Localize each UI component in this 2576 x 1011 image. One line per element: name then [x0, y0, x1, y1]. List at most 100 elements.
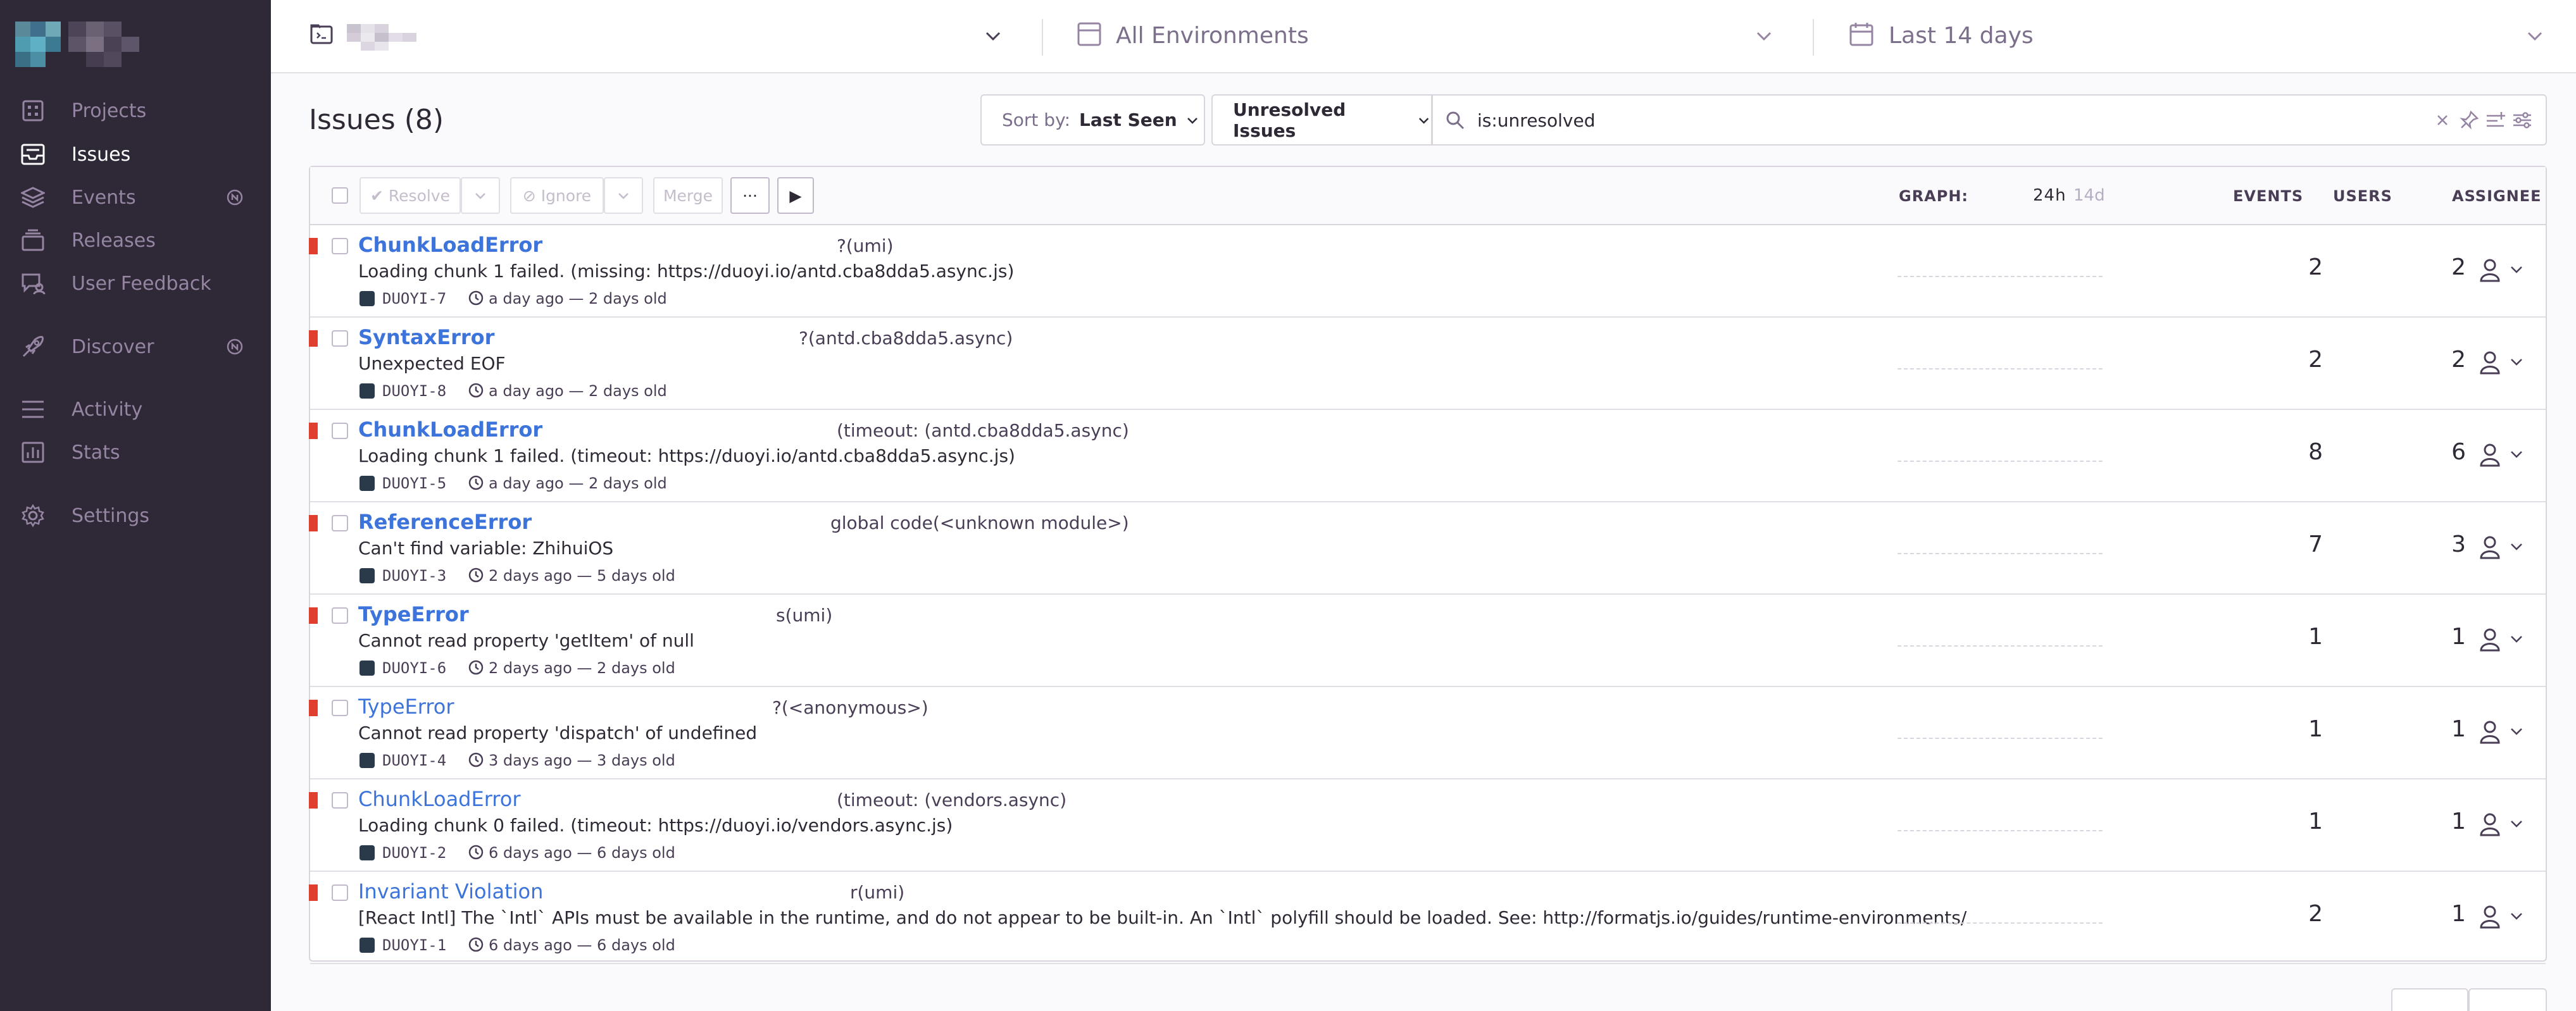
chevron-down-icon: [2511, 359, 2522, 366]
issue-short-id[interactable]: DUOYI-1: [382, 936, 446, 954]
error-level-indicator: [309, 792, 318, 809]
row-checkbox[interactable]: [332, 238, 348, 254]
row-checkbox[interactable]: [332, 515, 348, 531]
assignee-selector[interactable]: [2473, 347, 2530, 378]
org-name[interactable]: [68, 22, 139, 67]
table-row[interactable]: ChunkLoadError (timeout: (vendors.async) L…: [309, 779, 2546, 872]
row-checkbox[interactable]: [332, 607, 348, 624]
environment-selector[interactable]: All Environments: [1116, 23, 1309, 49]
table-row[interactable]: ChunkLoadError (timeout: (antd.cba8dda5.a…: [309, 410, 2546, 502]
issue-title-link[interactable]: TypeError: [358, 695, 454, 719]
issue-short-id[interactable]: DUOYI-8: [382, 382, 446, 400]
chevron-down-icon: [2511, 451, 2522, 458]
sidebar-item-label: Issues: [72, 143, 131, 166]
previous-page-button[interactable]: [2391, 988, 2468, 1011]
chevron-down-icon: [2511, 543, 2522, 550]
resolve-button[interactable]: ✔ Resolve: [360, 177, 461, 214]
issue-title-link[interactable]: ChunkLoadError: [358, 787, 520, 811]
row-checkbox[interactable]: [332, 423, 348, 439]
issue-title-link[interactable]: TypeError: [358, 602, 469, 626]
table-row[interactable]: ChunkLoadError ?(umi) Loading chunk 1 fail…: [309, 225, 2546, 318]
filter-settings-icon[interactable]: [2511, 109, 2533, 131]
next-page-button[interactable]: [2468, 988, 2547, 1011]
issue-title-link[interactable]: ReferenceError: [358, 510, 532, 534]
chevron-down-icon[interactable]: [1753, 25, 1775, 47]
issue-short-id[interactable]: DUOYI-5: [382, 474, 446, 492]
divider: [1042, 19, 1043, 56]
sidebar-item-stats[interactable]: Stats: [0, 436, 271, 469]
table-row[interactable]: ReferenceError global code(<unknown modul…: [309, 502, 2546, 595]
row-checkbox[interactable]: [332, 792, 348, 809]
search-input[interactable]: [1477, 106, 2363, 135]
issue-title-link[interactable]: SyntaxError: [358, 325, 494, 349]
resolve-dropdown-button[interactable]: [461, 177, 500, 214]
sidebar-item-discover[interactable]: Discover: [0, 330, 271, 363]
graph-14d-toggle[interactable]: 14d: [2073, 186, 2105, 205]
merge-button[interactable]: Merge: [653, 177, 723, 214]
graph-24h-toggle[interactable]: 24h: [2033, 186, 2066, 205]
table-row[interactable]: SyntaxError ?(antd.cba8dda5.async) Unexpec…: [309, 318, 2546, 410]
assignee-selector[interactable]: [2473, 809, 2530, 840]
chevron-down-icon[interactable]: [2524, 25, 2546, 47]
issue-short-id[interactable]: DUOYI-4: [382, 752, 446, 769]
ignore-button[interactable]: ⊘ Ignore: [510, 177, 604, 214]
clear-icon[interactable]: [2432, 109, 2453, 131]
assignee-selector[interactable]: [2473, 531, 2530, 563]
table-row[interactable]: Invariant Violation r(umi) [React Intl] Th…: [309, 872, 2546, 964]
assignee-selector[interactable]: [2473, 901, 2530, 933]
issue-culprit: ?(antd.cba8dda5.async): [799, 328, 1013, 349]
clock-icon: [467, 289, 485, 307]
sidebar-item-projects[interactable]: Projects: [0, 94, 271, 127]
chevron-down-icon: [2511, 266, 2522, 273]
sidebar-item-settings[interactable]: Settings: [0, 499, 271, 532]
assignee-selector[interactable]: [2473, 254, 2530, 286]
realtime-play-button[interactable]: ▶: [777, 177, 814, 214]
events-count: 1: [2308, 624, 2323, 650]
chevron-down-icon: [1187, 117, 1197, 124]
issue-culprit: global code(<unknown module>): [830, 512, 1129, 533]
issue-title-link[interactable]: Invariant Violation: [358, 879, 543, 903]
issue-title-link[interactable]: ChunkLoadError: [358, 233, 542, 257]
sidebar-item-user-feedback[interactable]: User Feedback: [0, 267, 271, 300]
time-range-selector[interactable]: Last 14 days: [1889, 23, 2034, 49]
row-checkbox[interactable]: [332, 700, 348, 716]
issue-short-id[interactable]: DUOYI-3: [382, 567, 446, 585]
users-header[interactable]: USERS: [2333, 187, 2392, 205]
event-graph: [1898, 830, 2103, 831]
table-row[interactable]: TypeError ?(<anonymous>) Cannot read prope…: [309, 687, 2546, 779]
sidebar-item-events[interactable]: Events: [0, 181, 271, 214]
saved-search-dropdown[interactable]: Unresolved Issues: [1211, 94, 1432, 146]
assignee-selector[interactable]: [2473, 716, 2530, 748]
pin-icon[interactable]: [2458, 109, 2480, 131]
sidebar-item-activity[interactable]: Activity: [0, 393, 271, 426]
row-checkbox[interactable]: [332, 884, 348, 901]
error-level-indicator: [309, 515, 318, 531]
sidebar-item-issues[interactable]: Issues: [0, 138, 271, 171]
more-actions-button[interactable]: ···: [730, 177, 770, 214]
page-title: Issues (8): [309, 104, 444, 136]
ignore-dropdown-button[interactable]: [604, 177, 643, 214]
sidebar-item-label: Events: [72, 186, 136, 209]
org-logo[interactable]: [15, 22, 61, 67]
clock-icon: [467, 751, 485, 769]
sidebar-item-releases[interactable]: Releases: [0, 224, 271, 257]
issue-short-id[interactable]: DUOYI-7: [382, 290, 446, 307]
chevron-down-icon[interactable]: [982, 25, 1004, 47]
search-bar: [1432, 94, 2547, 146]
sort-dropdown[interactable]: Sort by: Last Seen: [980, 94, 1205, 146]
assignee-selector[interactable]: [2473, 624, 2530, 655]
assignee-selector[interactable]: [2473, 439, 2530, 471]
row-checkbox[interactable]: [332, 330, 348, 347]
issue-title-link[interactable]: ChunkLoadError: [358, 418, 542, 442]
events-header[interactable]: EVENTS: [2233, 187, 2303, 205]
project-selector[interactable]: [347, 24, 416, 52]
add-to-list-icon[interactable]: [2485, 109, 2506, 131]
select-all-checkbox[interactable]: [332, 187, 348, 204]
events-count: 8: [2308, 439, 2323, 465]
activity-icon: [20, 398, 46, 421]
issue-short-id[interactable]: DUOYI-2: [382, 844, 446, 862]
discover-icon: [20, 335, 46, 358]
issue-short-id[interactable]: DUOYI-6: [382, 659, 446, 677]
issues-panel: ✔ Resolve ⊘ Ignore Merge ··· ▶ GRAPH: 24…: [309, 166, 2547, 964]
table-row[interactable]: TypeError s(umi) Cannot read property 'get…: [309, 595, 2546, 687]
